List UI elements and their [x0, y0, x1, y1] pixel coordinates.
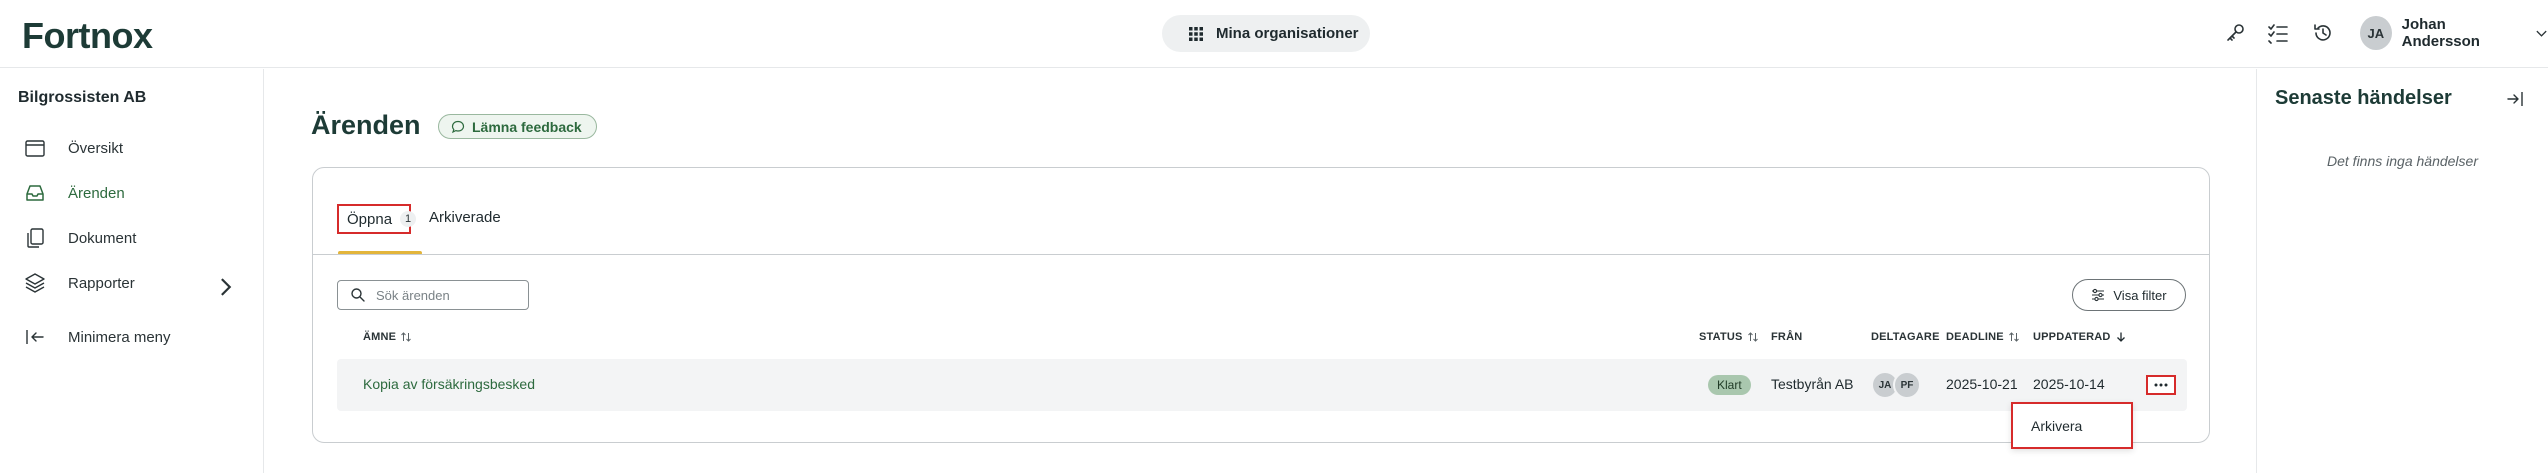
empty-events-text: Det finns inga händelser	[2327, 153, 2478, 169]
chevron-down-icon	[2536, 30, 2547, 37]
search-field[interactable]	[337, 280, 529, 310]
column-header-status[interactable]: STATUS	[1699, 331, 1759, 343]
participant-avatar: PF	[1893, 371, 1921, 399]
column-header-label: DELTAGARE	[1871, 331, 1940, 343]
sidebar-item-arenden[interactable]: Ärenden	[24, 178, 236, 208]
sort-descending-icon	[2116, 332, 2125, 342]
sidebar: Bilgrossisten AB Översikt Ärenden Dokume…	[0, 69, 264, 473]
feedback-label: Lämna feedback	[472, 118, 582, 135]
sidebar-item-label: Minimera meny	[68, 328, 171, 346]
row-actions-menu: Arkivera	[2011, 402, 2133, 449]
tab-label: Öppna	[347, 210, 393, 228]
sidebar-item-label: Rapporter	[68, 274, 135, 292]
menu-item-archive[interactable]: Arkivera	[2031, 418, 2082, 434]
table-row[interactable]: Kopia av försäkringsbesked Klart Testbyr…	[337, 359, 2187, 411]
tab-open[interactable]: Öppna 1	[337, 204, 417, 234]
column-header-label: FRÅN	[1771, 331, 1803, 343]
collapse-right-icon[interactable]	[2505, 89, 2525, 109]
deadline-cell: 2025-10-21	[1946, 376, 2018, 392]
search-icon	[351, 288, 365, 302]
column-header-subject[interactable]: ÄMNE	[363, 331, 412, 343]
column-header-label: ÄMNE	[363, 331, 397, 343]
grid-icon	[1189, 26, 1203, 41]
organizations-label: Mina organisationer	[1216, 25, 1359, 42]
sidebar-item-dokument[interactable]: Dokument	[24, 223, 236, 253]
page-title: Ärenden	[311, 110, 421, 140]
documents-icon	[27, 228, 44, 248]
sidebar-item-label: Översikt	[68, 139, 124, 157]
calendar-icon	[25, 140, 45, 157]
minimize-menu-button[interactable]: Minimera meny	[24, 322, 236, 352]
show-filter-button[interactable]: Visa filter	[2072, 279, 2186, 311]
recent-events-panel: Senaste händelser Det finns inga händels…	[2256, 69, 2548, 473]
column-header-participants: DELTAGARE	[1871, 331, 1940, 343]
tab-count-badge: 1	[400, 211, 417, 227]
company-name: Bilgrossisten AB	[18, 89, 147, 106]
sort-icon	[2008, 332, 2019, 342]
feedback-button[interactable]: Lämna feedback	[438, 114, 597, 139]
more-horizontal-icon	[2154, 383, 2168, 387]
checklist-icon[interactable]	[2267, 22, 2289, 44]
row-actions-button[interactable]	[2146, 375, 2176, 395]
user-menu[interactable]: JA Johan Andersson	[2360, 16, 2548, 50]
top-bar: Fortnox Mina organisationer JA Johan And…	[0, 0, 2548, 68]
column-header-label: DEADLINE	[1946, 331, 2004, 343]
cases-card: Öppna 1 Arkiverade Visa filter ÄMNE STAT…	[312, 167, 2210, 443]
sort-icon	[1747, 332, 1758, 342]
tabs-divider	[313, 254, 2209, 255]
sort-icon	[401, 332, 412, 342]
sidebar-item-oversikt[interactable]: Översikt	[24, 133, 236, 163]
key-icon[interactable]	[2224, 22, 2246, 44]
search-input[interactable]	[376, 287, 516, 303]
status-badge: Klart	[1708, 375, 1751, 395]
case-subject-link[interactable]: Kopia av försäkringsbesked	[363, 376, 535, 392]
from-cell: Testbyrån AB	[1771, 376, 1854, 392]
history-icon[interactable]	[2312, 22, 2334, 44]
column-header-updated[interactable]: UPPDATERAD	[2033, 331, 2127, 343]
user-name: Johan Andersson	[2401, 16, 2480, 50]
column-header-from: FRÅN	[1771, 331, 1802, 343]
inbox-icon	[26, 185, 44, 201]
collapse-left-icon	[26, 330, 44, 344]
chevron-right-icon	[221, 278, 232, 296]
column-header-deadline[interactable]: DEADLINE	[1946, 331, 2020, 343]
fortnox-logo[interactable]: Fortnox	[22, 15, 153, 57]
column-header-label: UPPDATERAD	[2033, 331, 2111, 343]
sidebar-item-label: Dokument	[68, 229, 137, 247]
chat-bubble-icon	[451, 120, 465, 133]
updated-cell: 2025-10-14	[2033, 376, 2105, 392]
sidebar-item-label: Ärenden	[68, 184, 125, 202]
layers-icon	[25, 273, 45, 293]
sliders-icon	[2092, 288, 2105, 302]
avatar: JA	[2360, 16, 2392, 50]
organizations-button[interactable]: Mina organisationer	[1162, 15, 1370, 52]
show-filter-label: Visa filter	[2113, 287, 2167, 303]
tab-archived[interactable]: Arkiverade	[429, 209, 501, 226]
sidebar-item-rapporter[interactable]: Rapporter	[24, 268, 236, 298]
panel-title: Senaste händelser	[2275, 87, 2452, 109]
column-header-label: STATUS	[1699, 331, 1743, 343]
